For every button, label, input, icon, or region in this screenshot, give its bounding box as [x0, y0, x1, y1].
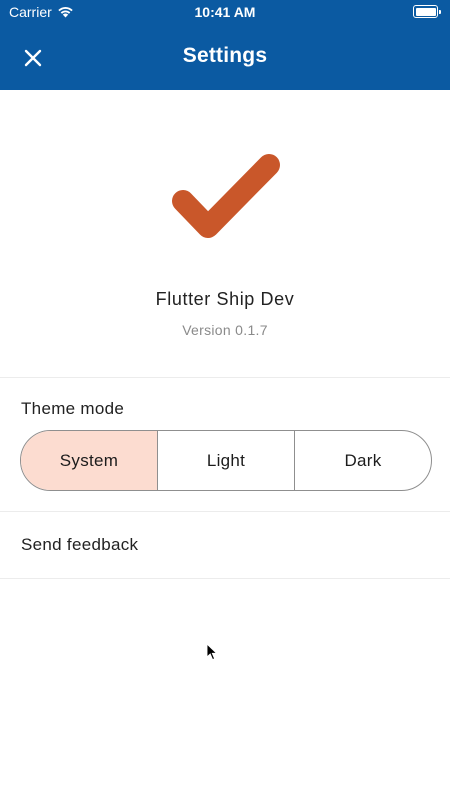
page-title: Settings	[182, 44, 268, 67]
status-bar: Carrier 10:41 AM	[0, 0, 450, 26]
status-time: 10:41 AM	[194, 4, 256, 20]
theme-option-light[interactable]: Light	[158, 431, 295, 490]
battery-nub	[439, 9, 441, 14]
app-bar: Carrier 10:41 AM Settings	[0, 0, 450, 90]
send-feedback-item[interactable]: Send feedback	[0, 512, 450, 578]
divider	[0, 377, 450, 378]
battery-fill	[415, 7, 436, 16]
theme-option-system[interactable]: System	[21, 431, 158, 490]
theme-mode-label: Theme mode	[21, 399, 125, 418]
app-version: Version 0.1.7	[182, 322, 268, 338]
send-feedback-label: Send feedback	[21, 535, 139, 554]
mouse-cursor-icon	[206, 643, 218, 661]
theme-mode-selector: System Light Dark	[20, 430, 432, 491]
checkmark-icon	[172, 154, 280, 238]
theme-option-dark[interactable]: Dark	[295, 431, 431, 490]
battery-icon	[413, 5, 441, 18]
about-section: Flutter Ship Dev Version 0.1.7	[0, 90, 450, 378]
app-name: Flutter Ship Dev	[155, 289, 295, 309]
divider	[0, 578, 450, 579]
